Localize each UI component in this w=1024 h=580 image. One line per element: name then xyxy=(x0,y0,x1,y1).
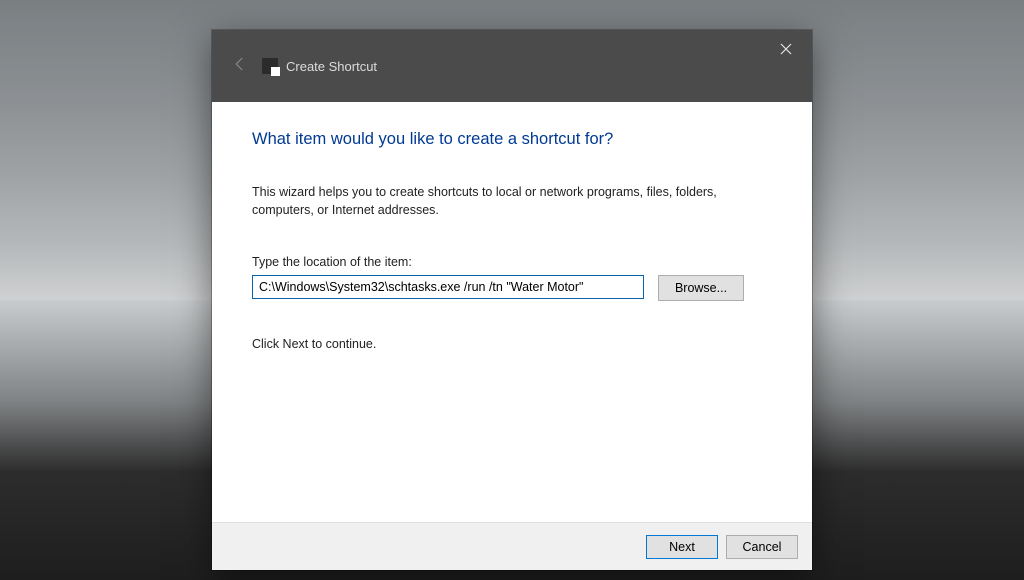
close-icon xyxy=(780,42,792,60)
window-title: Create Shortcut xyxy=(286,59,377,74)
page-heading: What item would you like to create a sho… xyxy=(252,130,772,149)
shortcut-icon xyxy=(262,58,278,74)
close-button[interactable] xyxy=(766,36,806,66)
next-button[interactable]: Next xyxy=(646,535,718,559)
back-button[interactable] xyxy=(222,48,258,84)
wizard-description: This wizard helps you to create shortcut… xyxy=(252,183,732,219)
cancel-button[interactable]: Cancel xyxy=(726,535,798,559)
create-shortcut-window: Create Shortcut What item would you like… xyxy=(212,30,812,570)
browse-button[interactable]: Browse... xyxy=(658,275,744,301)
titlebar[interactable]: Create Shortcut xyxy=(212,30,812,102)
location-row: Browse... xyxy=(252,275,772,301)
location-input[interactable] xyxy=(252,275,644,299)
arrow-left-icon xyxy=(231,55,249,78)
wizard-content: What item would you like to create a sho… xyxy=(212,102,812,522)
desktop-background: Create Shortcut What item would you like… xyxy=(0,0,1024,580)
location-label: Type the location of the item: xyxy=(252,255,772,269)
continue-hint: Click Next to continue. xyxy=(252,337,772,351)
wizard-footer: Next Cancel xyxy=(212,522,812,570)
